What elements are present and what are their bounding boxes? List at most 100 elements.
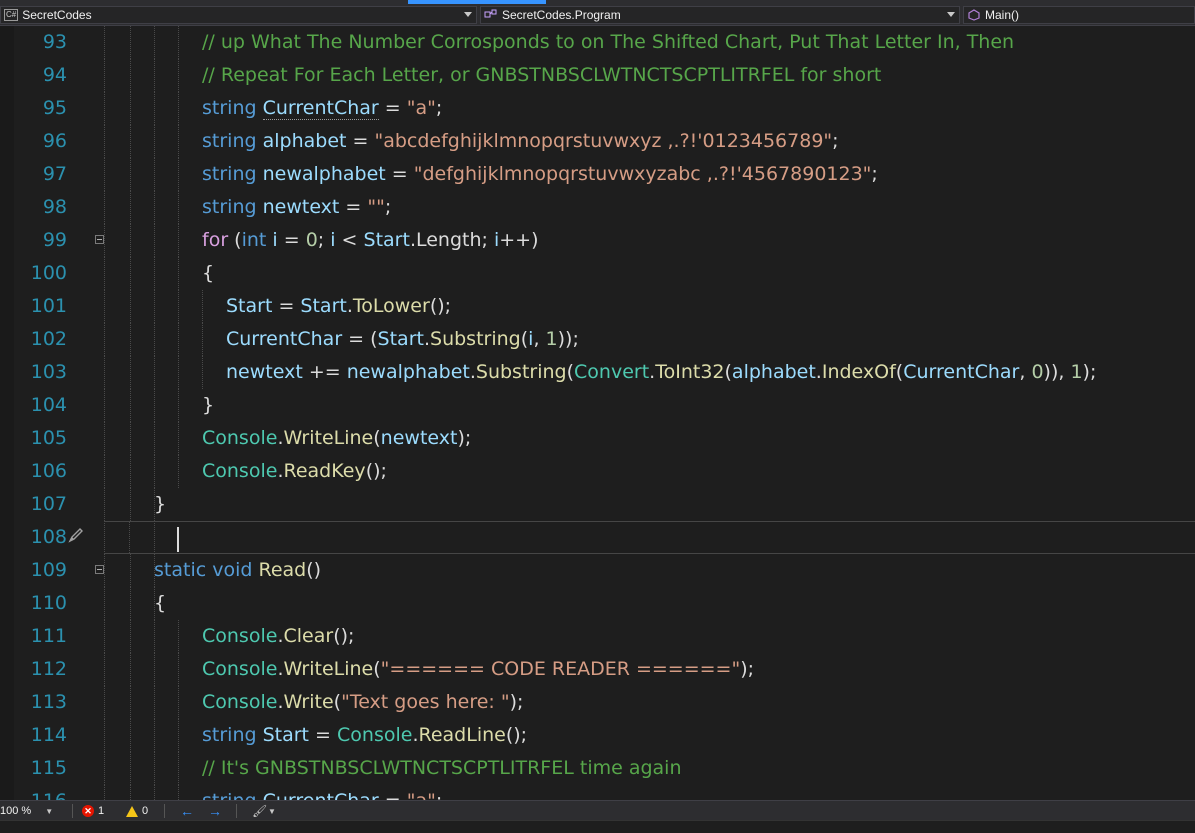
code-text: string CurrentChar = "a"; xyxy=(202,92,442,125)
code-token: ; xyxy=(317,229,331,251)
line-number: 94 xyxy=(42,64,67,86)
code-line[interactable]: 100 { xyxy=(0,257,1195,290)
line-number: 110 xyxy=(30,592,67,614)
code-text: newtext += newalphabet.Substring(Convert… xyxy=(226,356,1096,389)
indent-guide xyxy=(104,158,105,191)
class-dropdown[interactable]: SecretCodes.Program xyxy=(480,6,960,24)
indent-guide xyxy=(154,290,155,323)
indent-guide xyxy=(202,356,203,389)
indent-guide xyxy=(154,653,155,686)
errors-indicator[interactable]: ✕ 1 xyxy=(82,803,104,819)
collapse-region-icon[interactable] xyxy=(95,565,104,574)
warnings-indicator[interactable]: 0 xyxy=(126,803,148,819)
indent-guide xyxy=(154,752,155,785)
indent-guide xyxy=(178,290,179,323)
code-text: { xyxy=(154,587,166,620)
code-token: newalphabet xyxy=(346,361,470,383)
code-line[interactable]: 93 // up What The Number Corrosponds to o… xyxy=(0,26,1195,59)
code-token: string xyxy=(202,790,263,800)
code-text: // Repeat For Each Letter, or GNBSTNBSCL… xyxy=(202,59,881,92)
code-token: string xyxy=(202,97,263,119)
code-line[interactable]: 103 newtext += newalphabet.Substring(Conv… xyxy=(0,356,1195,389)
code-token: // Repeat For Each Letter, or GNBSTNBSCL… xyxy=(202,64,882,86)
code-line[interactable]: 115 // It's GNBSTNBSCLWTNCTSCPTLITRFEL ti… xyxy=(0,752,1195,785)
code-token: "a" xyxy=(406,97,436,119)
indent-guide xyxy=(130,686,131,719)
code-token: = xyxy=(385,163,414,185)
code-token: Write xyxy=(283,691,334,713)
indent-guide xyxy=(154,191,155,224)
code-token: Start xyxy=(300,295,347,317)
indent-guide xyxy=(154,257,155,290)
code-token: // It's GNBSTNBSCLWTNCTSCPTLITRFEL time … xyxy=(202,757,682,779)
code-text: // up What The Number Corrosponds to on … xyxy=(202,26,1014,59)
code-line[interactable]: 105 Console.WriteLine(newtext); xyxy=(0,422,1195,455)
line-number: 102 xyxy=(30,328,67,350)
code-text: CurrentChar = (Start.Substring(i, 1)); xyxy=(226,323,579,356)
code-token: )); xyxy=(557,328,579,350)
code-line[interactable]: 109 static void Read() xyxy=(0,554,1195,587)
member-dropdown[interactable]: Main() xyxy=(963,6,1195,24)
code-line[interactable]: 116 string CurrentChar = "a"; xyxy=(0,785,1195,800)
code-text: Console.Clear(); xyxy=(202,620,354,653)
indent-guide xyxy=(104,488,105,521)
indent-guide xyxy=(154,455,155,488)
line-number: 116 xyxy=(14,785,67,800)
code-line[interactable]: 111 Console.Clear(); xyxy=(0,620,1195,653)
code-token: Clear xyxy=(283,625,334,647)
code-token: "defghijklmnopqrstuvwxyzabc ,.?!'4567890… xyxy=(413,163,872,185)
code-text: Console.ReadKey(); xyxy=(202,455,387,488)
class-icon xyxy=(484,9,498,21)
indent-guide xyxy=(104,257,105,290)
code-line[interactable]: 101 Start = Start.ToLower(); xyxy=(0,290,1195,323)
indent-guide xyxy=(104,554,105,587)
indent-guide xyxy=(178,422,179,455)
indent-guide xyxy=(104,752,105,785)
indent-guide xyxy=(178,752,179,785)
code-line[interactable]: 107} xyxy=(0,488,1195,521)
code-token: } xyxy=(154,493,167,515)
project-dropdown[interactable]: C# SecretCodes xyxy=(0,6,477,24)
code-line[interactable]: 104} xyxy=(0,389,1195,422)
code-token: Console xyxy=(202,460,278,482)
quick-actions-pencil-icon[interactable] xyxy=(66,525,86,545)
code-token: int xyxy=(241,229,267,251)
indent-guide xyxy=(104,389,105,422)
navigate-forward-icon[interactable]: → xyxy=(208,803,222,819)
indent-guide xyxy=(178,224,179,257)
indent-guide xyxy=(130,620,131,653)
chevron-down-icon[interactable]: ▼ xyxy=(268,803,276,819)
code-token: Console xyxy=(337,724,413,746)
navigate-back-icon[interactable]: ← xyxy=(180,803,194,819)
code-line[interactable]: 99 for (int i = 0; i < Start.Length; i++) xyxy=(0,224,1195,257)
indent-guide xyxy=(178,620,179,653)
current-line-highlight[interactable] xyxy=(104,521,1195,554)
code-token: , xyxy=(533,328,546,350)
zoom-dropdown[interactable]: 100 % ▼ xyxy=(0,803,70,819)
code-line[interactable]: 102 CurrentChar = (Start.Substring(i, 1))… xyxy=(0,323,1195,356)
code-token: (); xyxy=(505,724,528,746)
code-token: newtext xyxy=(380,427,458,449)
code-line[interactable]: 95 string CurrentChar = "a"; xyxy=(0,92,1195,125)
code-line[interactable]: 112 Console.WriteLine("====== CODE READER… xyxy=(0,653,1195,686)
code-line[interactable]: 94 // Repeat For Each Letter, or GNBSTNBS… xyxy=(0,59,1195,92)
csharp-project-icon: C# xyxy=(4,9,19,21)
code-text: string newtext = ""; xyxy=(202,191,391,224)
indent-guide xyxy=(104,653,105,686)
code-token: ( xyxy=(373,658,381,680)
indent-guide xyxy=(202,290,203,323)
code-token: alphabet xyxy=(262,130,347,152)
code-line[interactable]: 106 Console.ReadKey(); xyxy=(0,455,1195,488)
code-line[interactable]: 98 string newtext = ""; xyxy=(0,191,1195,224)
code-line[interactable]: 97 string newalphabet = "defghijklmnopqrs… xyxy=(0,158,1195,191)
code-line[interactable]: 114 string Start = Console.ReadLine(); xyxy=(0,719,1195,752)
cleanup-brush-icon[interactable]: 🖌 xyxy=(252,803,267,819)
indent-guide xyxy=(104,620,105,653)
code-line[interactable]: 110 { xyxy=(0,587,1195,620)
code-line[interactable]: 113 Console.Write("Text goes here: "); xyxy=(0,686,1195,719)
indent-guide xyxy=(178,323,179,356)
collapse-region-icon[interactable] xyxy=(95,235,104,244)
indent-guide xyxy=(104,422,105,455)
code-editor[interactable]: 93 // up What The Number Corrosponds to o… xyxy=(0,26,1195,800)
code-line[interactable]: 96 string alphabet = "abcdefghijklmnopqrs… xyxy=(0,125,1195,158)
